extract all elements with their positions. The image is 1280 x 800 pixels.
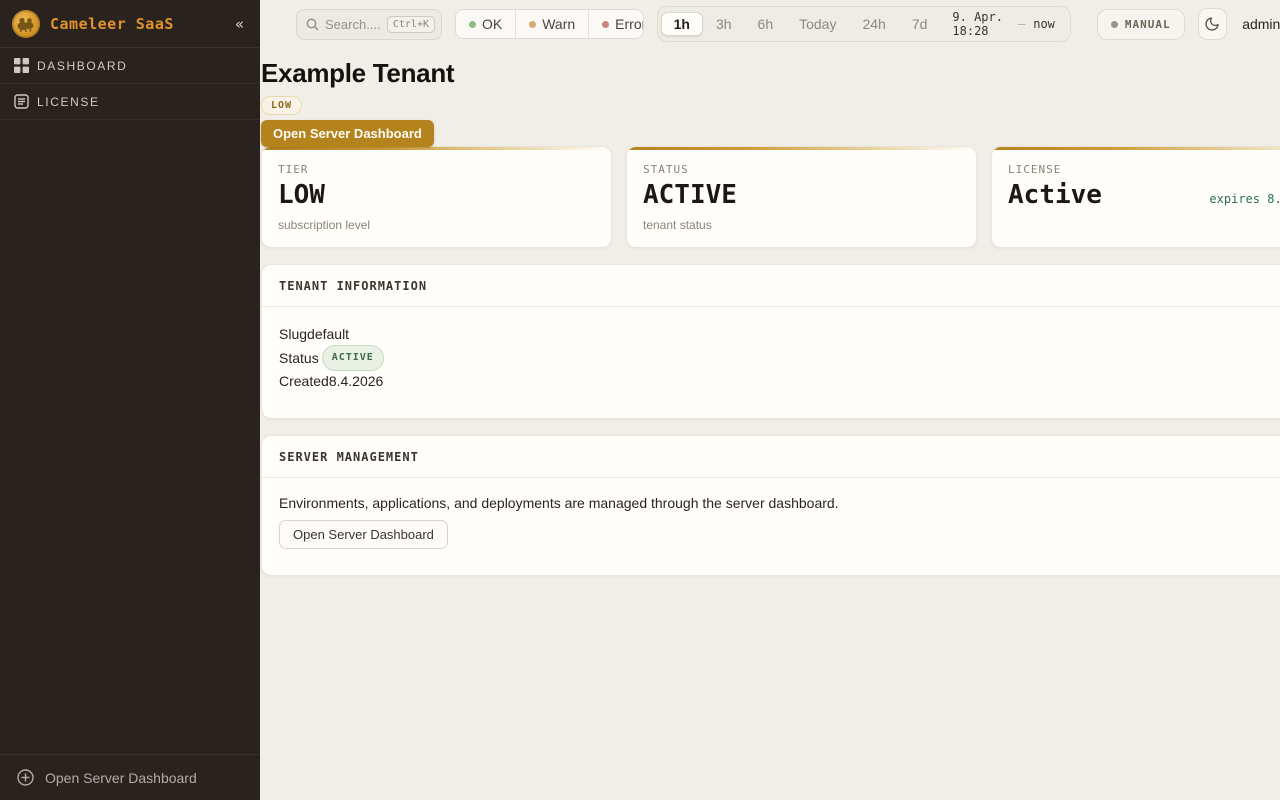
card-value: Active — [1008, 181, 1102, 210]
sidebar-item-dashboard[interactable]: DASHBOARD — [0, 48, 260, 84]
username-label: admin — [1242, 16, 1280, 32]
card-value: LOW — [278, 181, 595, 210]
sidebar-collapse-button[interactable]: « — [231, 13, 248, 35]
status-filter-warn[interactable]: Warn — [515, 10, 588, 38]
tenant-information-panel: TENANT INFORMATION Slugdefault Status AC… — [261, 264, 1280, 419]
info-value: 8.4.2026 — [329, 371, 384, 392]
date-range-separator: — — [1018, 17, 1025, 31]
sidebar-header: Cameleer SaaS « — [0, 0, 260, 48]
info-value: default — [307, 324, 349, 345]
panel-header: TENANT INFORMATION — [262, 265, 1280, 307]
page-title: Example Tenant — [261, 58, 1280, 89]
open-server-dashboard-button[interactable]: Open Server Dashboard — [261, 120, 434, 147]
server-management-description: Environments, applications, and deployme… — [279, 495, 1280, 511]
time-range-7d[interactable]: 7d — [899, 12, 941, 36]
stat-cards-row: TIER LOW subscription level STATUS ACTIV… — [261, 146, 1280, 248]
refresh-mode-button[interactable]: MANUAL — [1097, 9, 1185, 40]
time-range-3h[interactable]: 3h — [703, 12, 745, 36]
sidebar-item-license[interactable]: LICENSE — [0, 84, 260, 120]
ok-status-dot — [469, 21, 476, 28]
tier-card: TIER LOW subscription level — [261, 146, 612, 248]
date-range-from: 9. Apr. 18:28 — [952, 10, 1010, 38]
time-range-today[interactable]: Today — [786, 12, 849, 36]
info-label: Status — [279, 348, 319, 369]
moon-icon — [1204, 16, 1220, 32]
card-label: STATUS — [643, 163, 960, 176]
time-range-24h[interactable]: 24h — [849, 12, 898, 36]
warn-status-dot — [529, 21, 536, 28]
search-placeholder: Search..... — [325, 17, 381, 32]
card-subtitle: subscription level — [278, 218, 595, 232]
info-row-slug: Slugdefault — [279, 324, 1280, 345]
brand-logo-icon — [12, 10, 40, 38]
search-input[interactable]: Search..... Ctrl+K — [296, 9, 442, 40]
info-row-status: Status ACTIVE — [279, 345, 1280, 371]
grid-icon — [13, 58, 29, 74]
status-filter-label: Warn — [542, 16, 575, 32]
document-icon — [13, 94, 29, 110]
card-label: LICENSE — [1008, 163, 1280, 176]
status-filter-label: OK — [482, 16, 502, 32]
status-filter-group: OK Warn Error — [455, 9, 644, 39]
error-status-dot — [602, 21, 609, 28]
topbar: Search..... Ctrl+K OK Warn Error 1h 3h 6… — [260, 0, 1280, 48]
time-range-1h[interactable]: 1h — [661, 12, 703, 36]
status-filter-ok[interactable]: OK — [456, 10, 515, 38]
sidebar: Cameleer SaaS « DASHBOARD — [0, 0, 260, 800]
sidebar-nav: DASHBOARD LICENSE — [0, 48, 260, 754]
brand-title: Cameleer SaaS — [50, 15, 221, 33]
sidebar-item-label: LICENSE — [37, 95, 100, 109]
status-filter-error[interactable]: Error — [588, 10, 643, 38]
card-label: TIER — [278, 163, 595, 176]
time-range-group: 1h 3h 6h Today 24h 7d 9. Apr. 18:28 — no… — [657, 6, 1071, 42]
manual-mode-label: MANUAL — [1125, 18, 1171, 31]
status-badge: ACTIVE — [322, 345, 384, 371]
status-filter-label: Error — [615, 16, 643, 32]
main-content: Example Tenant LOW Open Server Dashboard… — [260, 48, 1280, 800]
sidebar-open-server-dashboard[interactable]: Open Server Dashboard — [0, 754, 260, 800]
sidebar-item-label: DASHBOARD — [37, 59, 127, 73]
info-row-created: Created8.4.2026 — [279, 371, 1280, 392]
tier-badge: LOW — [261, 96, 302, 115]
date-range-to: now — [1033, 17, 1055, 31]
server-management-panel: SERVER MANAGEMENT Environments, applicat… — [261, 435, 1280, 576]
search-shortcut-kbd: Ctrl+K — [387, 16, 435, 33]
info-label: Created — [279, 371, 329, 392]
card-subtitle: tenant status — [643, 218, 960, 232]
card-value: ACTIVE — [643, 181, 960, 210]
manual-mode-dot — [1111, 21, 1118, 28]
date-range-display[interactable]: 9. Apr. 18:28 — now — [940, 10, 1067, 38]
dark-mode-toggle[interactable] — [1198, 8, 1228, 40]
sidebar-footer-label: Open Server Dashboard — [45, 770, 197, 786]
info-label: Slug — [279, 324, 307, 345]
open-server-dashboard-secondary-button[interactable]: Open Server Dashboard — [279, 520, 448, 549]
status-card: STATUS ACTIVE tenant status — [626, 146, 977, 248]
panel-header: SERVER MANAGEMENT — [262, 436, 1280, 478]
circle-plus-icon — [17, 769, 34, 786]
time-range-6h[interactable]: 6h — [745, 12, 787, 36]
search-icon — [306, 18, 319, 31]
license-expiry-note: expires 8.4.2027 — [1209, 192, 1280, 206]
license-card: LICENSE Active expires 8.4.2027 — [991, 146, 1280, 248]
